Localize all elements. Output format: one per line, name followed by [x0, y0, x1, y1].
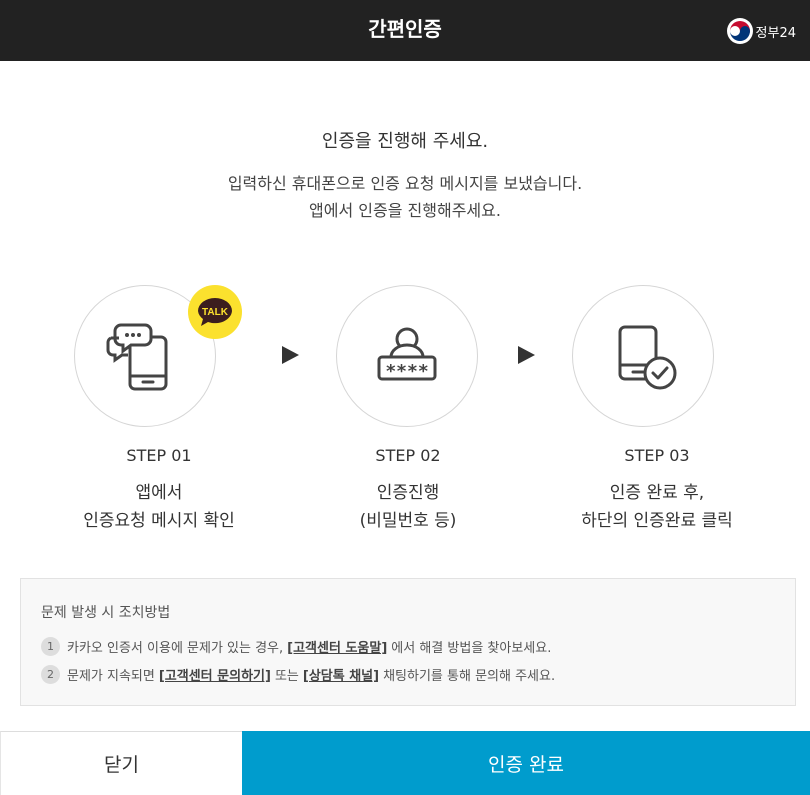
item-number-badge: 2: [41, 665, 60, 684]
talk-bubble-icon: TALK: [198, 298, 232, 326]
item-text: 에서 해결 방법을 찾아보세요.: [391, 641, 552, 656]
step-03-label: STEP 03: [624, 446, 690, 465]
item-text: 또는: [274, 669, 299, 684]
user-password-icon: ****: [377, 327, 437, 382]
troubleshooting-box: 문제 발생 시 조치방법 1 카카오 인증서 이용에 문제가 있는 경우, [고…: [20, 578, 796, 706]
step-arrow-1: [282, 346, 299, 364]
step-03-circle: [572, 285, 714, 427]
talk-badge-text: TALK: [202, 307, 229, 318]
item-text: 카카오 인증서 이용에 문제가 있는 경우,: [67, 641, 284, 656]
help-center-inquiry-link[interactable]: [고객센터 문의하기]: [159, 665, 271, 684]
item-text: 문제가 지속되면: [67, 669, 155, 684]
step-03-desc-line-1: 인증 완료 후,: [609, 483, 705, 503]
step-02-circle: ****: [336, 285, 478, 427]
step-02-label: STEP 02: [375, 446, 441, 465]
phone-check-icon: [618, 325, 677, 390]
item-number-badge: 1: [41, 637, 60, 656]
troubleshooting-item-1: 1 카카오 인증서 이용에 문제가 있는 경우, [고객센터 도움말] 에서 해…: [41, 637, 551, 656]
step-03-desc-line-2: 하단의 인증완료 클릭: [581, 511, 733, 531]
step-02-desc-line-2: (비밀번호 등): [359, 511, 457, 531]
troubleshooting-item-2: 2 문제가 지속되면 [고객센터 문의하기] 또는 [상담톡 채널] 채팅하기를…: [41, 665, 555, 684]
gov24-logo: 정부24: [726, 18, 796, 44]
intro-title: 인증을 진행해 주세요.: [321, 131, 489, 152]
chat-channel-link[interactable]: [상담톡 채널]: [303, 665, 379, 684]
troubleshooting-title: 문제 발생 시 조치방법: [41, 605, 171, 621]
gov24-logo-text: 정부24: [755, 25, 796, 41]
password-mask-text: ****: [385, 361, 428, 382]
header-bar: 간편인증 정부24: [0, 0, 810, 61]
step-01-label: STEP 01: [126, 446, 192, 465]
step-01-desc-line-2: 인증요청 메시지 확인: [83, 511, 235, 531]
item-text: 채팅하기를 통해 문의해 주세요.: [383, 669, 556, 684]
close-button[interactable]: 닫기: [0, 731, 242, 795]
kakao-talk-badge: TALK: [188, 285, 242, 339]
intro-line-1: 입력하신 휴대폰으로 인증 요청 메시지를 보냈습니다.: [227, 174, 583, 193]
step-01-desc-line-1: 앱에서: [135, 483, 183, 503]
help-center-guide-link[interactable]: [고객센터 도움말]: [287, 637, 387, 656]
step-arrow-2: [518, 346, 535, 364]
taegeuk-emblem-icon: [726, 18, 753, 44]
auth-complete-button[interactable]: 인증 완료: [242, 731, 810, 795]
page-title: 간편인증: [368, 17, 442, 41]
intro-line-2: 앱에서 인증을 진행해주세요.: [309, 201, 501, 220]
step-02-desc-line-1: 인증진행: [376, 483, 440, 503]
